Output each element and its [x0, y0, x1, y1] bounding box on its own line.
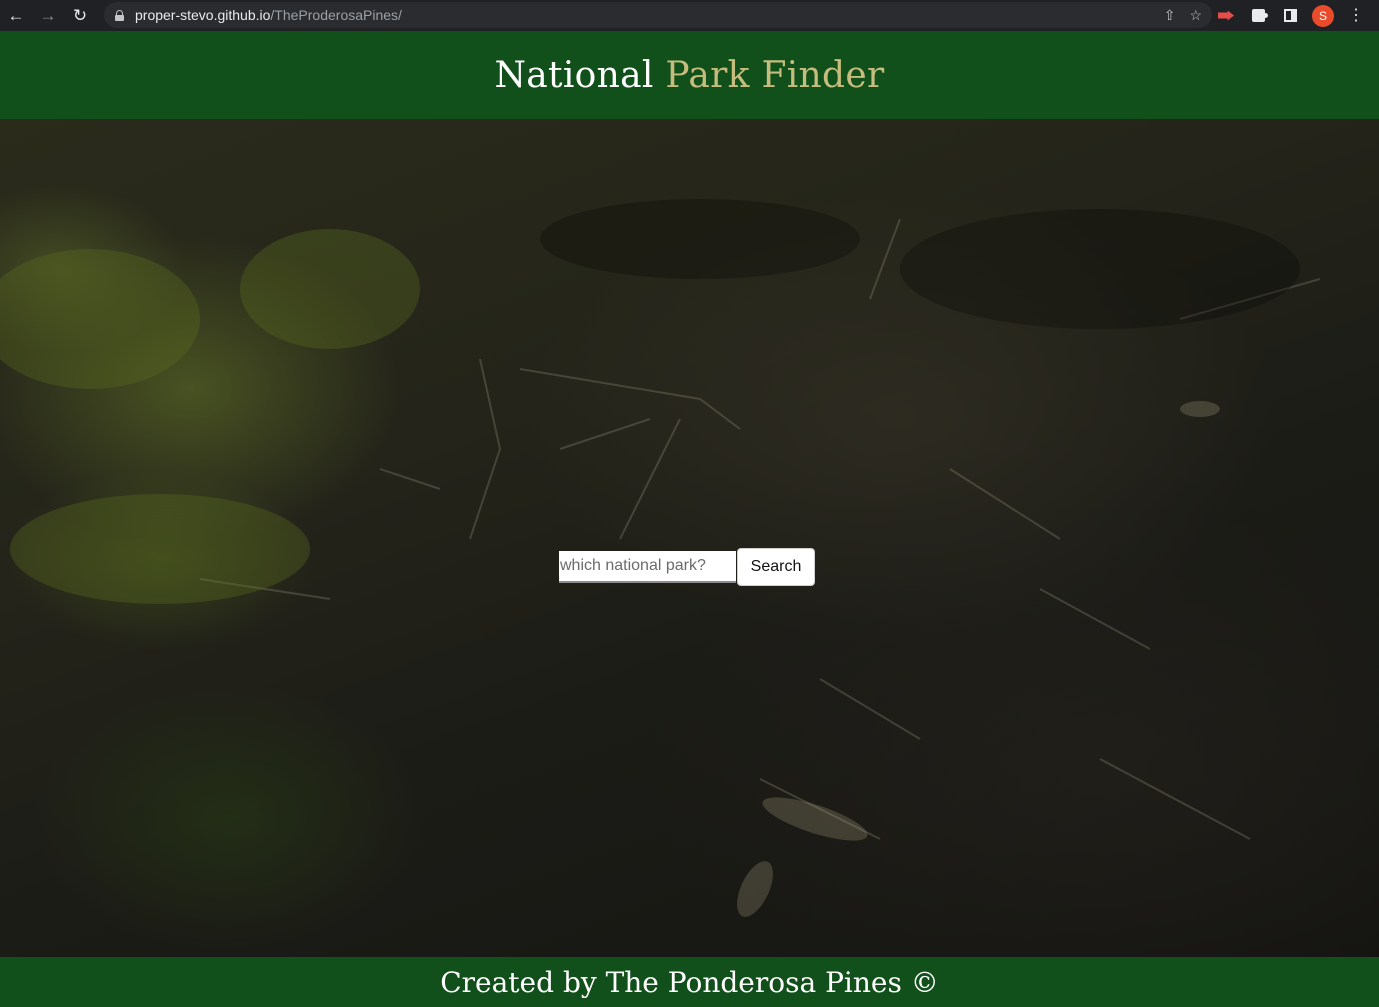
extension-red-arrow-icon[interactable] — [1216, 6, 1236, 26]
site-header: National Park Finder — [0, 31, 1379, 119]
extensions-puzzle-icon[interactable] — [1248, 6, 1268, 26]
menu-kebab-icon[interactable]: ⋮ — [1346, 6, 1366, 26]
reload-icon[interactable]: ↻ — [68, 4, 92, 28]
back-arrow-icon[interactable]: ← — [4, 4, 28, 28]
url-text: proper-stevo.github.io/TheProderosaPines… — [135, 7, 402, 23]
site-footer: Created by The Ponderosa Pines © — [0, 957, 1379, 1007]
address-bar[interactable]: proper-stevo.github.io/TheProderosaPines… — [104, 2, 1212, 28]
site-title-accent: Park Finder — [665, 54, 885, 96]
site-title: National Park Finder — [494, 55, 884, 96]
share-icon[interactable]: ⇧ — [1164, 7, 1176, 24]
url-path: /TheProderosaPines/ — [270, 7, 402, 23]
url-host: proper-stevo.github.io — [135, 7, 271, 23]
search-form: Search — [559, 548, 815, 586]
site-title-main: National — [494, 54, 654, 96]
side-panel-icon[interactable] — [1280, 6, 1300, 26]
footer-credit: Created by The Ponderosa Pines © — [440, 965, 939, 999]
page: National Park Finder which national park… — [0, 31, 1379, 1007]
bookmark-star-icon[interactable]: ☆ — [1189, 7, 1202, 24]
forest-debris-decoration — [0, 199, 1321, 917]
park-search-input[interactable] — [559, 551, 736, 583]
lock-icon[interactable] — [115, 9, 124, 21]
forest-floor-background-image: Search — [0, 119, 1379, 957]
forward-arrow-icon[interactable]: → — [36, 4, 60, 28]
profile-avatar[interactable]: S — [1312, 4, 1334, 27]
search-button[interactable]: Search — [737, 548, 815, 586]
browser-toolbar: ← → ↻ proper-stevo.github.io/TheProderos… — [0, 0, 1379, 31]
